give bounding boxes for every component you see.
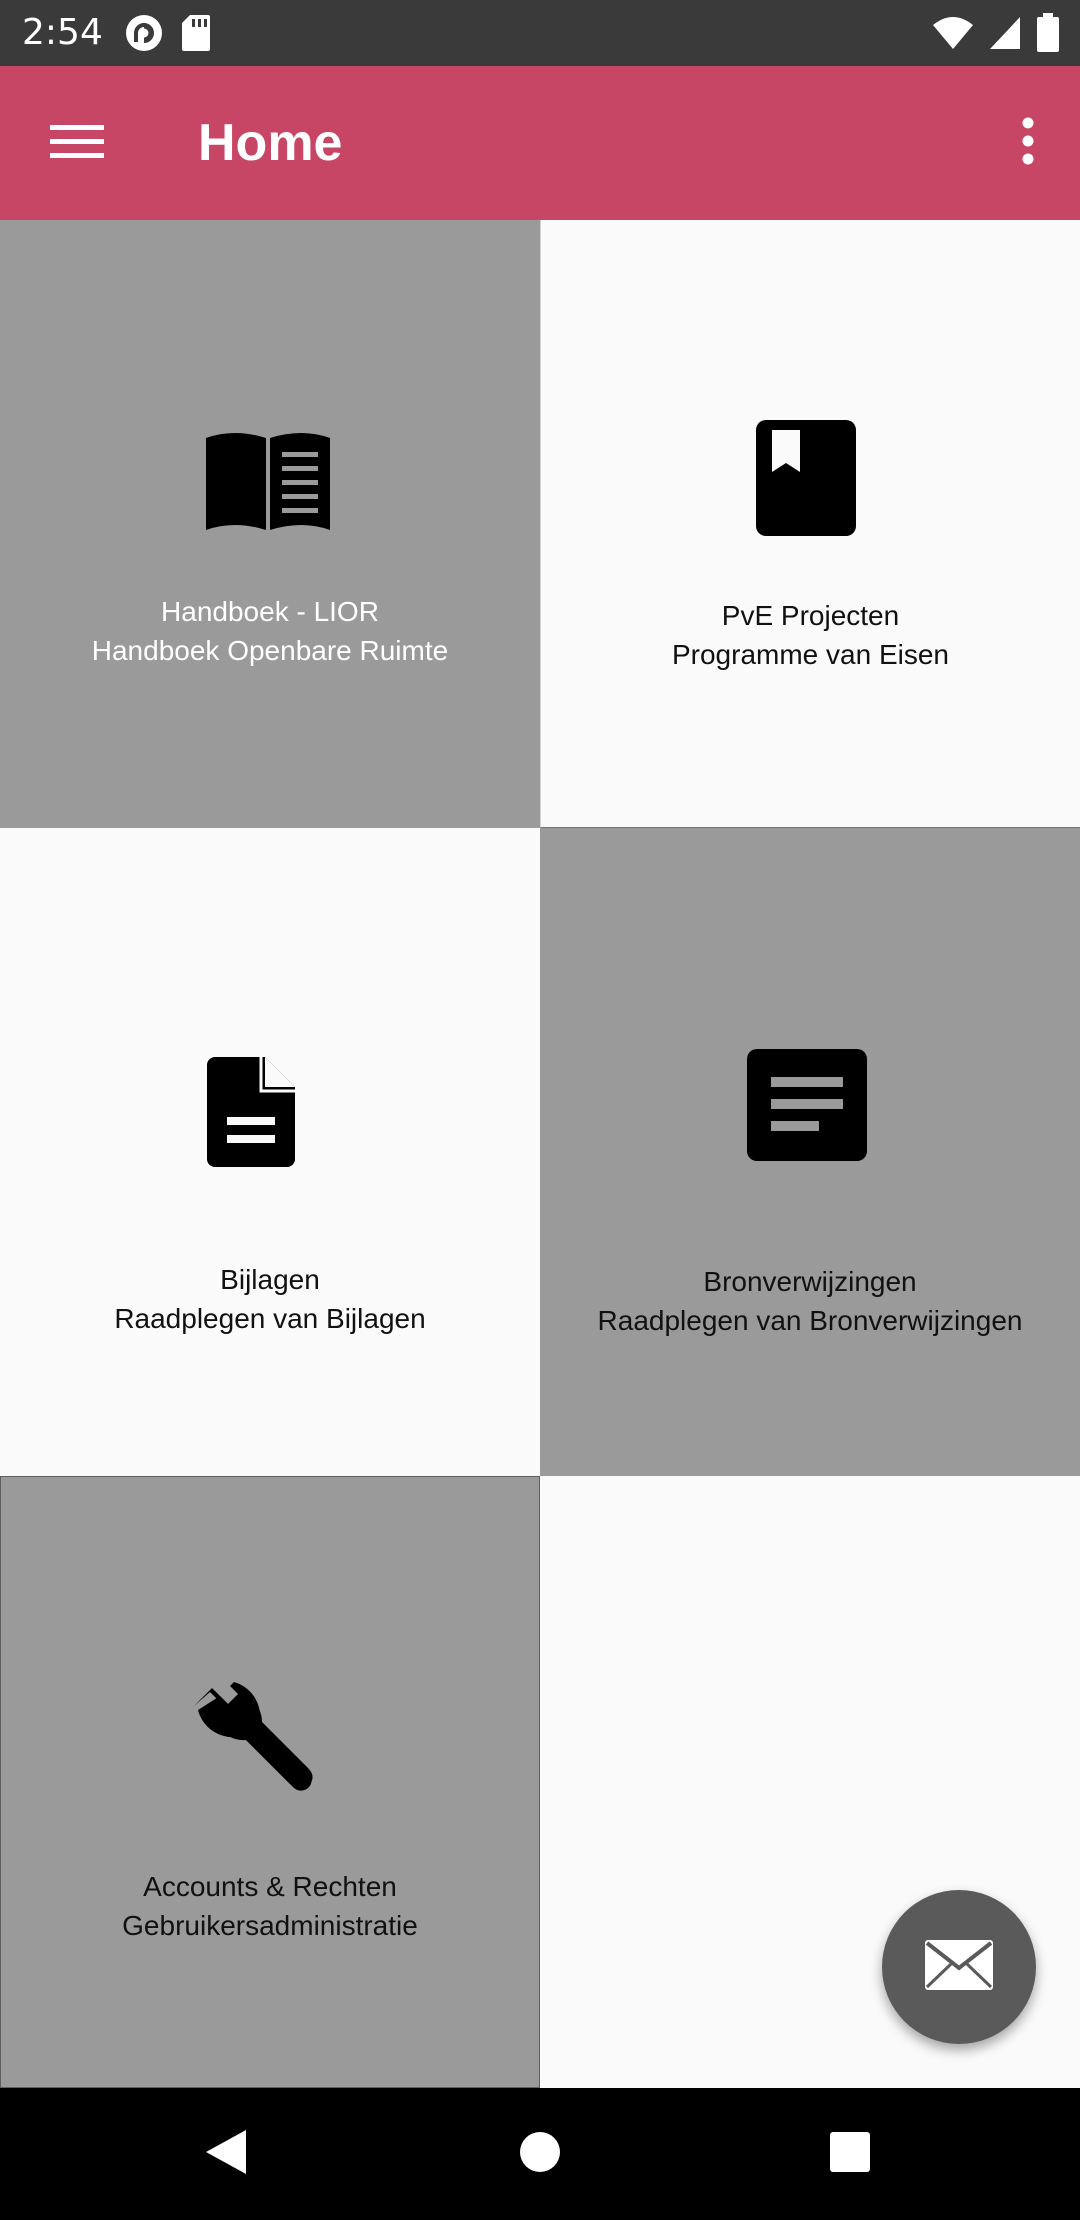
tile-handboek-text: Handboek - LIOR Handboek Openbare Ruimte — [0, 592, 540, 670]
book-icon — [751, 416, 861, 540]
sd-card-icon — [180, 13, 212, 57]
system-status-icons — [932, 13, 1060, 57]
page-title: Home — [198, 114, 343, 172]
back-button[interactable] — [186, 2118, 266, 2190]
tile-title: PvE Projecten — [721, 600, 900, 631]
tile-title: Accounts & Rechten — [143, 1871, 397, 1902]
tile-subtitle: Raadplegen van Bijlagen — [114, 1303, 426, 1334]
tile-subtitle: Raadplegen van Bronverwijzingen — [597, 1305, 1023, 1336]
build-wrench-icon — [181, 1673, 321, 1803]
back-icon — [204, 2128, 248, 2180]
status-time: 2:54 — [22, 12, 103, 53]
tile-title: Bijlagen — [220, 1264, 320, 1295]
menu-book-icon — [200, 420, 336, 540]
status-bar: 2:54 — [0, 0, 1080, 66]
cell-signal-icon — [988, 15, 1022, 55]
tile-bijlagen[interactable]: Bijlagen Raadplegen van Bijlagen — [0, 828, 540, 1476]
tile-title: Bronverwijzingen — [703, 1266, 917, 1297]
notification-icons — [124, 13, 212, 57]
system-navigation-bar — [0, 2088, 1080, 2220]
article-icon — [744, 1046, 870, 1164]
tile-bronverwijzingen[interactable]: Bronverwijzingen Raadplegen van Bronverw… — [540, 828, 1080, 1476]
menu-button[interactable] — [30, 108, 124, 178]
tile-pve-text: PvE Projecten Programme van Eisen — [541, 596, 1080, 674]
mail-fab-button[interactable] — [882, 1890, 1036, 2044]
home-screen: 2:54 Home Handboek - LIOR Handboek Openb… — [0, 0, 1080, 2220]
tile-subtitle: Gebruikersadministratie — [122, 1910, 418, 1941]
more-options-button[interactable] — [998, 108, 1058, 178]
pocket-casts-icon — [124, 13, 164, 57]
hamburger-menu-icon — [50, 121, 104, 165]
recents-icon — [829, 2131, 871, 2177]
battery-icon — [1036, 13, 1060, 57]
recents-button[interactable] — [810, 2118, 890, 2190]
tile-title: Handboek - LIOR — [161, 596, 379, 627]
tile-accounts[interactable]: Accounts & Rechten Gebruikersadministrat… — [0, 1476, 540, 2088]
more-vert-icon — [1021, 117, 1035, 169]
mail-icon — [925, 1940, 993, 1994]
tile-subtitle: Handboek Openbare Ruimte — [91, 635, 449, 666]
home-button[interactable] — [500, 2118, 580, 2190]
tile-pve[interactable]: PvE Projecten Programme van Eisen — [540, 220, 1080, 828]
tile-bron-text: Bronverwijzingen Raadplegen van Bronverw… — [540, 1262, 1080, 1340]
tile-subtitle: Programme van Eisen — [671, 639, 949, 670]
tile-handboek[interactable]: Handboek - LIOR Handboek Openbare Ruimte — [0, 220, 540, 828]
description-icon — [196, 1054, 306, 1170]
wifi-icon — [932, 15, 974, 55]
tile-bijlagen-text: Bijlagen Raadplegen van Bijlagen — [0, 1260, 540, 1338]
home-icon — [518, 2130, 562, 2178]
app-bar: Home — [0, 66, 1080, 220]
tile-accounts-text: Accounts & Rechten Gebruikersadministrat… — [1, 1867, 539, 1945]
